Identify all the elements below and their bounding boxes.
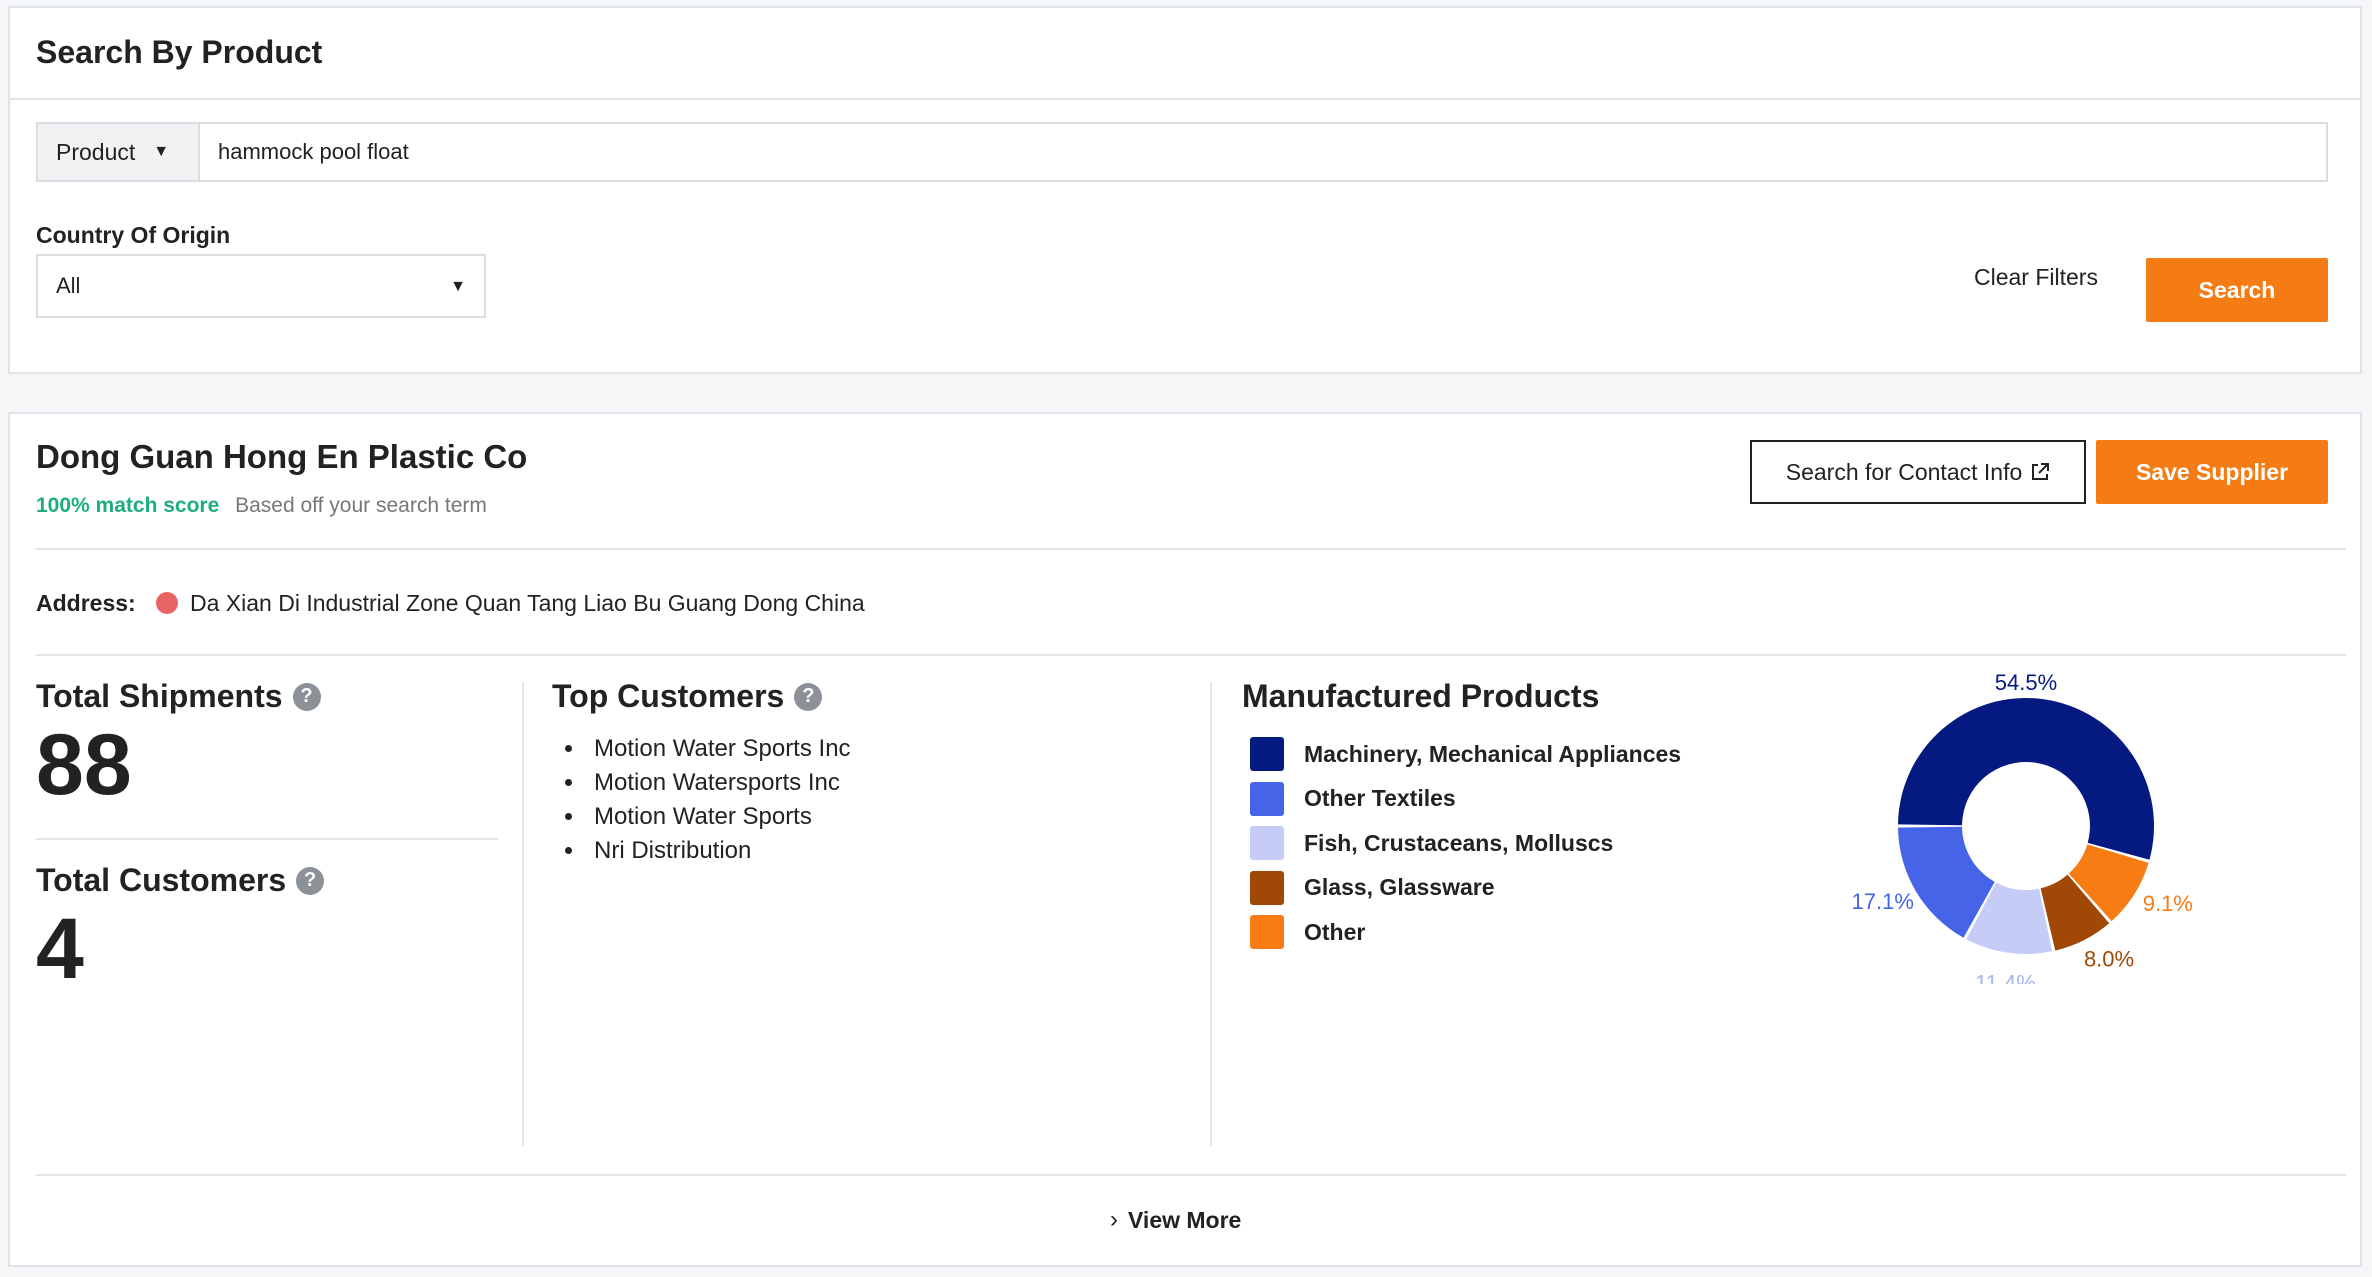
manufactured-products-heading: Manufactured Products [1242,678,1600,714]
header-divider [36,548,2346,550]
save-supplier-button[interactable]: Save Supplier [2096,440,2328,504]
search-button[interactable]: Search [2146,258,2328,322]
legend-label: Glass, Glassware [1304,874,1495,901]
filter-type-dropdown[interactable]: Product ▼ [38,124,200,180]
column-divider-1 [522,682,524,1146]
legend-swatch [1250,826,1284,861]
donut-data-label: 8.0% [2084,947,2134,972]
total-shipments-label: Total Shipments [36,678,283,714]
question-circle-icon[interactable]: ? [296,866,325,895]
top-customers-label: Top Customers [552,678,785,714]
search-title-divider [10,98,2360,100]
match-score: 100% match score [36,494,220,517]
view-more-button[interactable]: › View More [1110,1206,1241,1234]
donut-data-label: 11.4% [1975,970,2036,984]
product-search-input[interactable]: hammock pool float [200,124,2326,180]
donut-data-label: 9.1% [2143,891,2193,916]
footer-divider [36,1174,2346,1176]
column-divider-2 [1210,682,1212,1146]
manufactured-products-donut-chart: 54.5% 9.1% 8.0% 11.4% 17.1% [1852,670,2193,984]
question-circle-icon[interactable]: ? [794,682,823,711]
caret-down-icon: ▼ [153,143,170,160]
filter-type-label: Product [56,138,136,165]
location-dot-icon [156,592,178,614]
search-panel: Search By Product Product ▼ hammock pool… [8,6,2362,374]
match-note: Based off your search term [235,494,487,517]
origin-value: All [56,273,81,298]
total-customers-label: Total Customers [36,862,287,898]
legend-item: Other [1250,910,1681,955]
match-line: 100% match score Based off your search t… [36,494,487,518]
legend-item: Fish, Crustaceans, Molluscs [1250,821,1681,866]
product-filter-row: Product ▼ hammock pool float [36,122,2328,182]
chevron-right-icon: › [1110,1206,1118,1233]
donut-data-label: 54.5% [1995,670,2057,695]
caret-down-icon: ▼ [450,278,466,295]
legend-label: Other [1304,918,1366,945]
clear-filters-button[interactable]: Clear Filters [1974,264,2098,291]
address-label: Address: [36,590,136,616]
origin-label: Country Of Origin [36,222,231,248]
legend-swatch [1250,915,1284,950]
list-item: Nri Distribution [586,834,851,868]
stats-divider [36,838,498,840]
legend-swatch [1250,870,1284,905]
external-link-icon [2032,463,2050,480]
list-item: Motion Water Sports Inc [586,732,851,766]
view-more-label: View More [1128,1206,1242,1233]
top-customers-list: Motion Water Sports Inc Motion Waterspor… [558,732,851,868]
list-item: Motion Watersports Inc [586,766,851,800]
legend-label: Other Textiles [1304,785,1456,812]
list-item: Motion Water Sports [586,800,851,834]
products-legend: Machinery, Mechanical Appliances Other T… [1250,732,1681,955]
legend-label: Machinery, Mechanical Appliances [1304,740,1682,767]
legend-label: Fish, Crustaceans, Molluscs [1304,829,1614,856]
supplier-card: Dong Guan Hong En Plastic Co 100% match … [8,412,2362,1267]
search-title: Search By Product [36,34,323,70]
total-customers-value: 4 [36,901,84,997]
legend-item: Glass, Glassware [1250,866,1681,911]
donut-data-label: 17.1% [1852,889,1914,914]
legend-item: Machinery, Mechanical Appliances [1250,732,1681,777]
question-circle-icon[interactable]: ? [292,682,321,711]
address-text: Da Xian Di Industrial Zone Quan Tang Lia… [190,590,865,616]
search-contact-info-button[interactable]: Search for Contact Info [1750,440,2086,504]
total-shipments-heading: Total Shipments ? [36,678,321,715]
total-shipments-value: 88 [36,717,132,813]
legend-swatch [1250,737,1284,772]
top-customers-heading: Top Customers ? [552,678,823,715]
supplier-name: Dong Guan Hong En Plastic Co [36,438,528,475]
legend-item: Other Textiles [1250,777,1681,822]
contact-button-label: Search for Contact Info [1785,458,2023,485]
total-customers-heading: Total Customers ? [36,862,325,899]
origin-select[interactable]: All ▼ [36,254,486,318]
legend-swatch [1250,781,1284,816]
